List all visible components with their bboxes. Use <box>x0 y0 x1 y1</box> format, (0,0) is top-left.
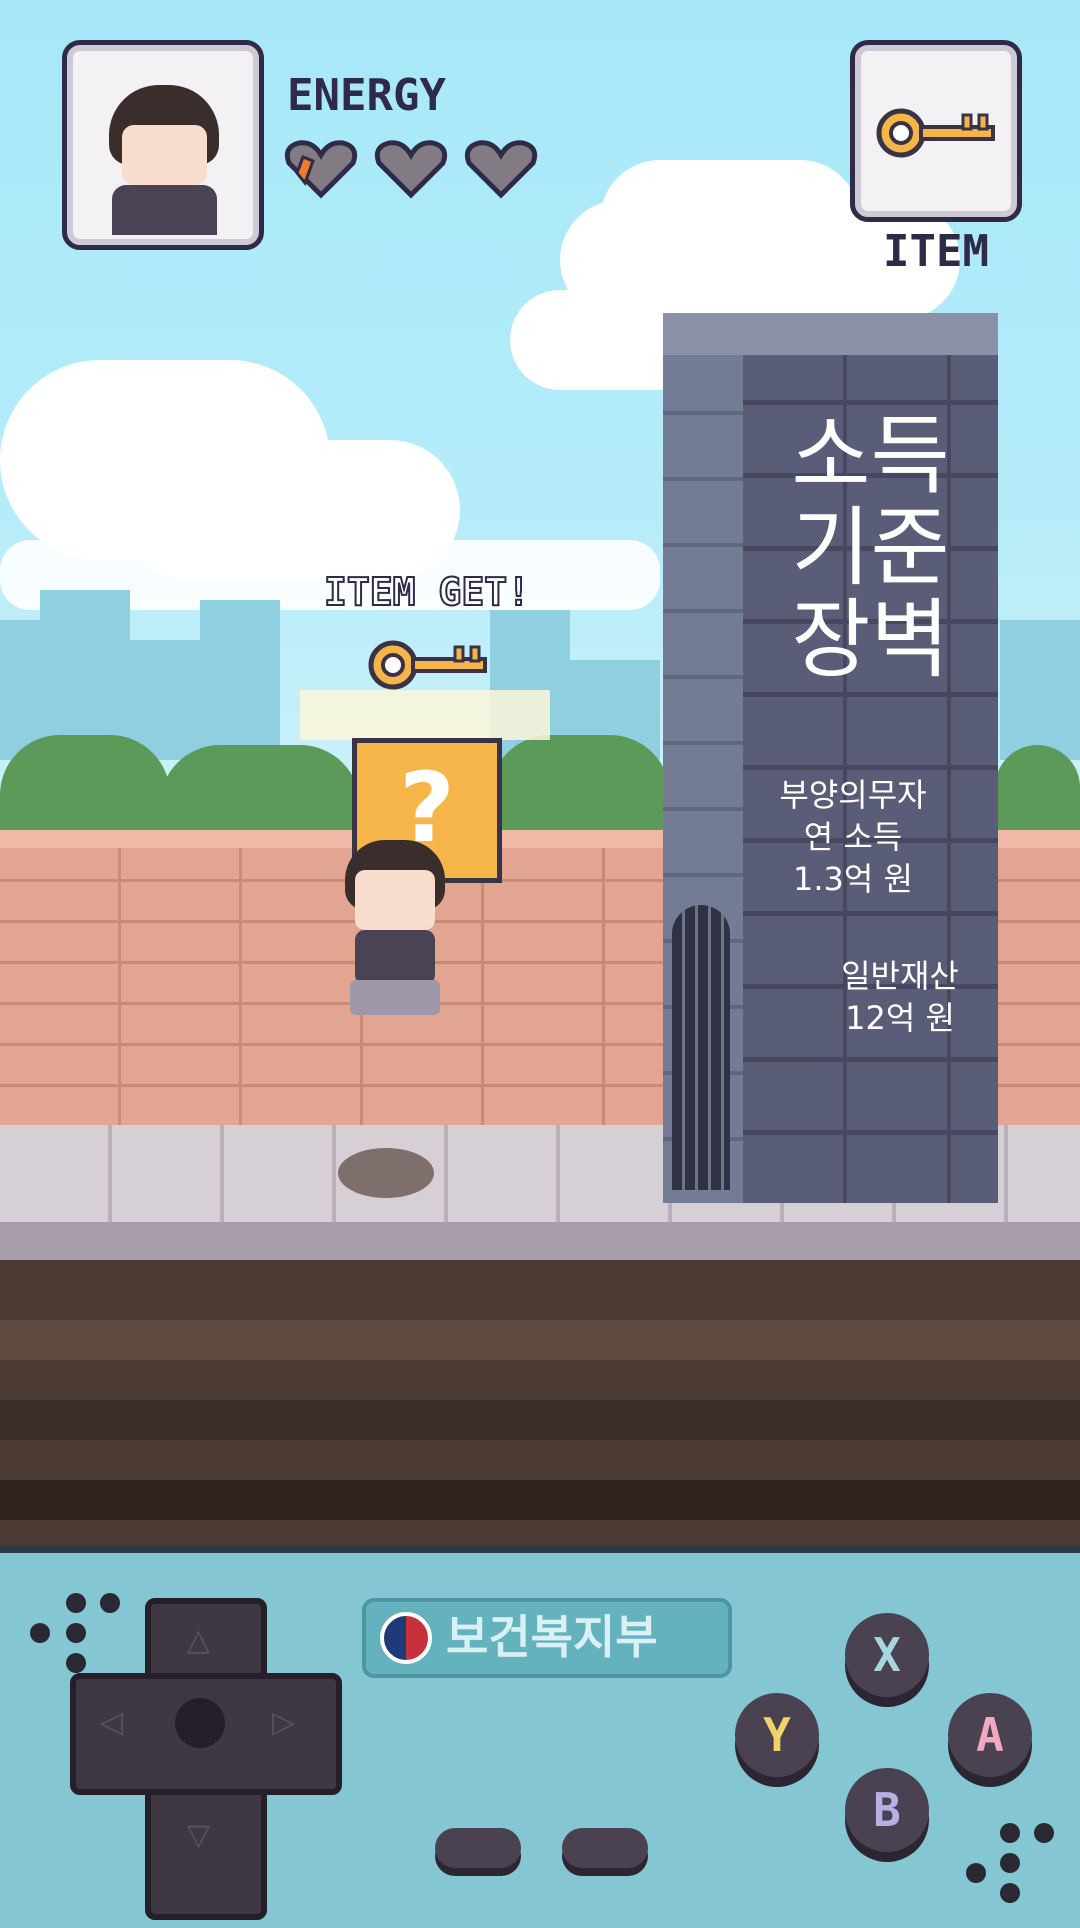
speaker-dot <box>66 1623 86 1643</box>
building <box>1000 620 1080 760</box>
ministry-emblem-icon <box>380 1612 432 1664</box>
bush <box>160 745 360 835</box>
item-label: ITEM <box>883 226 989 277</box>
tower-title: 소득 기준 장벽 <box>743 410 998 686</box>
speaker-dot <box>966 1863 986 1883</box>
curb <box>0 1222 1080 1260</box>
tower-title-line: 기준 <box>791 498 950 598</box>
dirt-stripe <box>0 1480 1080 1520</box>
box-open-glow <box>300 690 550 740</box>
start-button[interactable] <box>562 1828 648 1868</box>
underground-dirt <box>0 1260 1080 1545</box>
tower-asset-text: 일반재산 12억 원 <box>810 955 990 1039</box>
player-body <box>355 930 435 985</box>
speaker-dot <box>30 1623 50 1643</box>
key-icon <box>368 640 487 690</box>
heart-icon <box>284 140 358 199</box>
bush <box>995 745 1080 835</box>
b-button-label: B <box>873 1783 901 1837</box>
y-button-label: Y <box>763 1708 791 1762</box>
bush <box>0 735 170 835</box>
speaker-dot <box>1000 1823 1020 1843</box>
dirt-stripe <box>0 1400 1080 1440</box>
tower-text-line: 1.3억 원 <box>793 860 913 898</box>
avatar <box>122 125 207 185</box>
dpad-up-icon[interactable]: △ <box>187 1623 210 1658</box>
a-button[interactable]: A <box>948 1693 1032 1777</box>
gamepad-controller: △ ▽ ◁ ▷ 보건복지부 X Y A B <box>0 1545 1080 1928</box>
ministry-logo-plate: 보건복지부 <box>362 1598 732 1678</box>
item-get-label: ITEM GET! <box>323 569 531 615</box>
speaker-dot <box>100 1593 120 1613</box>
tower-text-line: 연 소득 <box>803 818 903 856</box>
avatar-body <box>112 185 217 235</box>
tower-text-line: 일반재산 <box>841 957 959 995</box>
cloud <box>600 160 860 280</box>
energy-label: ENERGY <box>287 70 446 121</box>
a-button-label: A <box>976 1708 1004 1762</box>
heart-icon <box>464 140 538 199</box>
building <box>130 640 200 760</box>
speaker-dot <box>1034 1823 1054 1843</box>
manhole-shadow <box>338 1148 434 1198</box>
dpad-right-icon[interactable]: ▷ <box>272 1705 295 1740</box>
x-button-label: X <box>873 1628 901 1682</box>
dirt-stripe <box>0 1320 1080 1360</box>
dpad-left-icon[interactable]: ◁ <box>100 1705 123 1740</box>
tower-text-line: 부양의무자 <box>779 776 927 814</box>
player-portrait-frame <box>62 40 264 250</box>
gate <box>672 905 730 1190</box>
player-legs <box>350 980 440 1015</box>
speaker-dot <box>66 1653 86 1673</box>
player-face <box>355 870 435 930</box>
tower-text-line: 12억 원 <box>845 999 955 1037</box>
speaker-dot <box>66 1593 86 1613</box>
speaker-dot <box>1000 1883 1020 1903</box>
tower-income-text: 부양의무자 연 소득 1.3억 원 <box>743 774 963 900</box>
player-character <box>335 840 455 1020</box>
x-button[interactable]: X <box>845 1613 929 1697</box>
dpad-center <box>175 1698 225 1748</box>
key-icon <box>876 108 995 158</box>
building <box>200 600 280 760</box>
tower-title-line: 장벽 <box>791 590 950 690</box>
ministry-logo-text: 보건복지부 <box>446 1610 658 1664</box>
select-button[interactable] <box>435 1828 521 1868</box>
b-button[interactable]: B <box>845 1768 929 1852</box>
tower-top <box>663 313 998 355</box>
heart-icon <box>374 140 448 199</box>
y-button[interactable]: Y <box>735 1693 819 1777</box>
speaker-dot <box>1000 1853 1020 1873</box>
item-slot[interactable] <box>850 40 1022 222</box>
dpad-down-icon[interactable]: ▽ <box>187 1818 210 1853</box>
bush <box>490 735 670 835</box>
tower-title-line: 소득 <box>791 406 950 506</box>
